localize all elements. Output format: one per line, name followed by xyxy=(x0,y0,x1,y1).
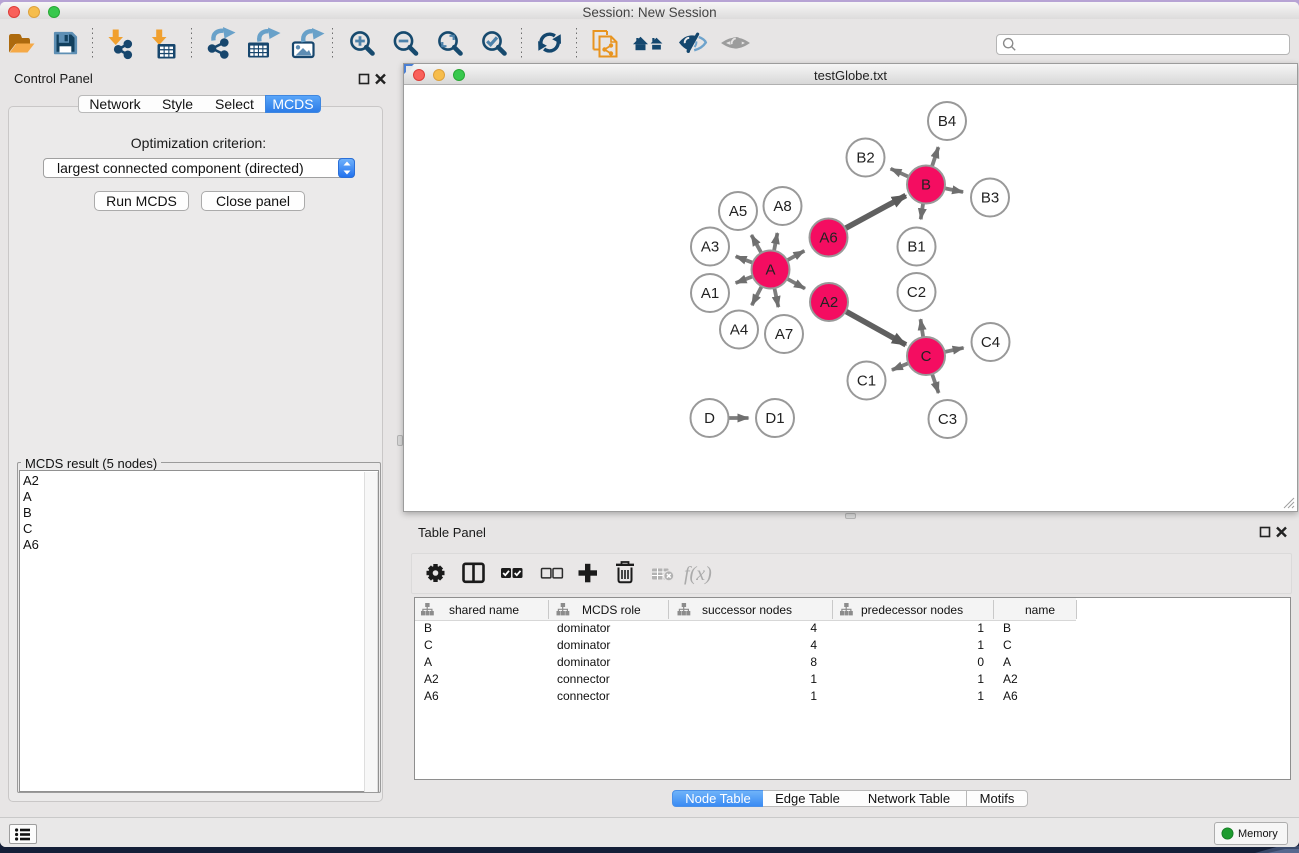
svg-text:f(x): f(x) xyxy=(684,563,712,585)
svg-text:C: C xyxy=(921,348,932,365)
svg-text:D: D xyxy=(704,410,715,427)
svg-text:A7: A7 xyxy=(775,326,793,343)
svg-text:C4: C4 xyxy=(981,334,1000,351)
svg-text:C3: C3 xyxy=(938,411,957,428)
svg-text:A5: A5 xyxy=(729,203,747,220)
svg-text:B1: B1 xyxy=(907,239,925,256)
svg-text:A8: A8 xyxy=(773,198,791,215)
svg-text:B4: B4 xyxy=(938,113,956,130)
svg-text:A3: A3 xyxy=(701,239,719,256)
svg-text:A2: A2 xyxy=(820,294,838,311)
svg-text:C1: C1 xyxy=(857,373,876,390)
svg-text:A: A xyxy=(765,262,775,279)
svg-text:C2: C2 xyxy=(907,284,926,301)
svg-text:B3: B3 xyxy=(981,190,999,207)
svg-text:A4: A4 xyxy=(730,322,748,339)
svg-text:B: B xyxy=(921,177,931,194)
svg-text:A6: A6 xyxy=(819,230,837,247)
svg-text:A1: A1 xyxy=(701,285,719,302)
svg-text:B2: B2 xyxy=(856,150,874,167)
svg-text:D1: D1 xyxy=(765,410,784,427)
